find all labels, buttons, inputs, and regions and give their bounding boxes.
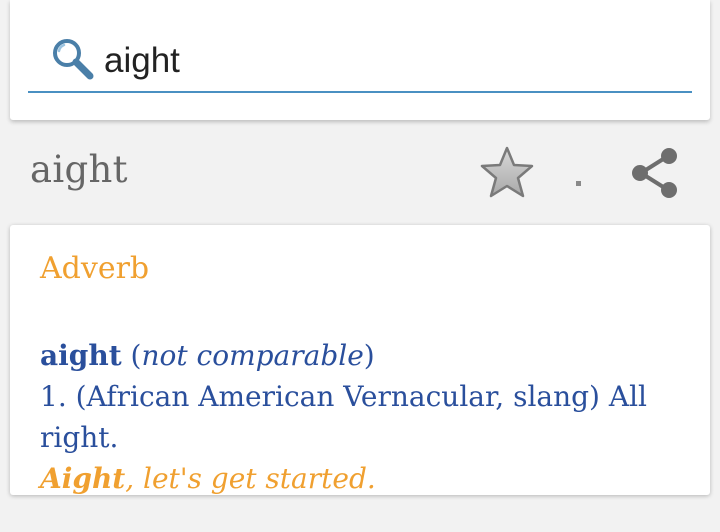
grammar-note: not comparable (141, 339, 364, 372)
search-underline (28, 91, 692, 93)
headword-line: aight (not comparable) (40, 335, 680, 376)
star-icon[interactable] (478, 144, 536, 202)
search-card (10, 0, 710, 120)
definition-body: aight (not comparable) 1. (African Ameri… (40, 335, 680, 499)
search-icon[interactable] (50, 36, 96, 82)
example-rest: , let's get started. (125, 462, 376, 495)
headword: aight (40, 339, 122, 372)
definition-card: Adverb aight (not comparable) 1. (Africa… (10, 225, 710, 495)
example-sentence: Aight, let's get started. (40, 458, 680, 499)
sense-text: 1. (African American Vernacular, slang) … (40, 380, 648, 454)
word-title: aight (30, 148, 128, 191)
example-word: Aight (40, 462, 126, 495)
close-paren: ) (363, 339, 375, 372)
part-of-speech: Adverb (40, 251, 150, 286)
search-input[interactable] (104, 36, 684, 86)
share-icon[interactable] (628, 146, 682, 200)
open-paren: ( (121, 339, 142, 372)
separator-dot (576, 181, 581, 186)
